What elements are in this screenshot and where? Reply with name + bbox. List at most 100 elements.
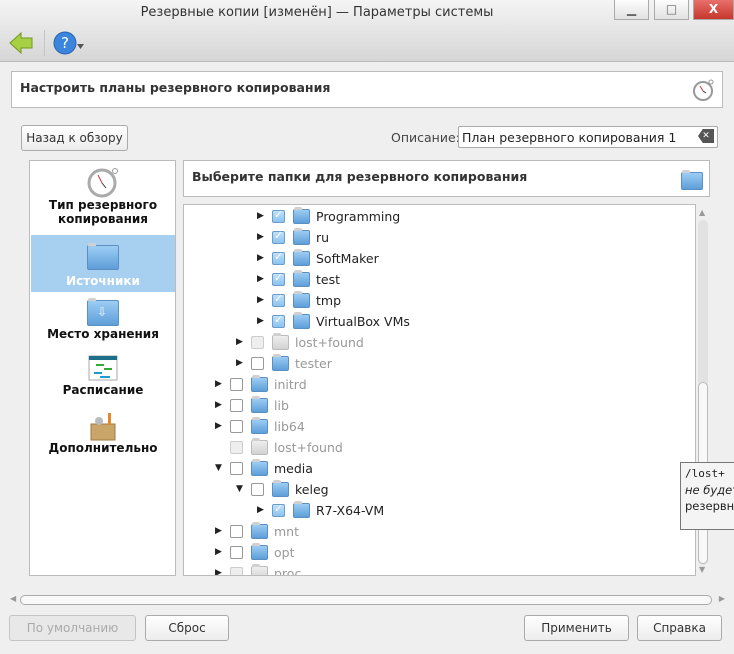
expand-right-icon[interactable]: ▶ (257, 316, 264, 326)
sources-header: Выберите папки для резервного копировани… (183, 160, 710, 197)
sidebar-item-label: Место хранения (47, 327, 159, 341)
folder-checkbox[interactable] (230, 378, 243, 391)
tree-row[interactable]: ▶ lib (184, 396, 694, 417)
folder-checkbox[interactable] (251, 483, 264, 496)
sidebar-item-label: Расписание (62, 383, 144, 397)
minimize-button[interactable]: ▁ (614, 0, 649, 20)
scroll-down-icon[interactable]: ▼ (699, 565, 705, 574)
reset-button[interactable]: Сброс (145, 615, 229, 641)
folder-checkbox[interactable] (272, 208, 285, 223)
tree-row[interactable]: lost+found (184, 438, 694, 459)
folder-tree[interactable]: ▶ Programming ▶ ru ▶ SoftMaker ▶ test ▶ tmp ▶ Virtu… (183, 204, 696, 576)
folder-icon (293, 249, 310, 266)
horizontal-scrollbar[interactable]: ◀ ▶ (10, 594, 725, 606)
tree-row[interactable]: ▼ keleg (184, 480, 694, 501)
description-value: План резервного копирования 1 (462, 130, 677, 145)
scroll-right-icon[interactable]: ▶ (719, 594, 725, 603)
svg-text:?: ? (61, 34, 69, 52)
folder-label: proc (274, 566, 302, 576)
folder-icon (251, 375, 268, 392)
folder-icon (681, 170, 703, 190)
back-to-overview-button[interactable]: Назад к обзору (21, 125, 128, 151)
expand-down-icon[interactable]: ▼ (236, 484, 243, 494)
back-arrow-icon[interactable] (9, 31, 33, 55)
tree-row[interactable]: ▶ proc (184, 564, 694, 576)
toolbar-separator (44, 30, 45, 56)
folder-checkbox[interactable] (230, 462, 243, 475)
tree-row[interactable]: ▶ R7-X64-VM (184, 501, 694, 522)
tree-row[interactable]: ▶ VirtualBox VMs (184, 312, 694, 333)
folder-icon (293, 270, 310, 287)
folder-checkbox[interactable] (230, 420, 243, 433)
expand-right-icon[interactable]: ▶ (215, 568, 222, 575)
expand-right-icon[interactable]: ▶ (215, 400, 222, 410)
sidebar-item-advanced[interactable]: Дополнительно (31, 411, 175, 463)
tree-row[interactable]: ▶ tmp (184, 291, 694, 312)
folder-icon (251, 543, 268, 560)
folder-checkbox[interactable] (230, 399, 243, 412)
help-icon[interactable]: ? (53, 31, 87, 55)
folder-checkbox[interactable] (272, 313, 285, 328)
tree-row[interactable]: ▶ ru (184, 228, 694, 249)
sidebar-item-label: Дополнительно (48, 441, 158, 455)
help-button[interactable]: Справка (637, 615, 722, 641)
expand-right-icon[interactable]: ▶ (215, 547, 222, 557)
defaults-button[interactable]: По умолчанию (9, 615, 136, 641)
tree-row[interactable]: ▶ mnt (184, 522, 694, 543)
folder-label: initrd (274, 377, 307, 392)
expand-right-icon[interactable]: ▶ (215, 526, 222, 536)
tooltip-line: резервн (685, 499, 734, 513)
expand-right-icon[interactable]: ▶ (257, 274, 264, 284)
tree-row[interactable]: ▶ lost+found (184, 333, 694, 354)
folder-icon (293, 207, 310, 224)
tree-row[interactable]: ▶ initrd (184, 375, 694, 396)
folder-checkbox[interactable] (230, 567, 243, 575)
expand-right-icon[interactable]: ▶ (257, 232, 264, 242)
tree-row[interactable]: ▶ opt (184, 543, 694, 564)
expand-right-icon[interactable]: ▶ (236, 337, 243, 347)
clear-icon[interactable]: ✕ (698, 129, 714, 143)
folder-label: lost+found (274, 440, 343, 455)
folder-checkbox[interactable] (230, 441, 243, 454)
folder-checkbox[interactable] (272, 502, 285, 517)
folder-checkbox[interactable] (272, 250, 285, 265)
scroll-up-icon[interactable]: ▲ (699, 208, 705, 217)
close-button[interactable]: X (693, 0, 734, 20)
folder-checkbox[interactable] (272, 271, 285, 286)
sidebar-item-sources[interactable]: Источники (31, 235, 175, 292)
tree-row[interactable]: ▶ lib64 (184, 417, 694, 438)
expand-down-icon[interactable]: ▼ (215, 463, 222, 473)
expand-right-icon[interactable]: ▶ (215, 421, 222, 431)
expand-right-icon[interactable]: ▶ (236, 358, 243, 368)
folder-checkbox[interactable] (272, 229, 285, 244)
expand-right-icon[interactable]: ▶ (257, 253, 264, 263)
folder-checkbox[interactable] (251, 336, 264, 349)
sidebar-item-schedule[interactable]: Расписание (31, 355, 175, 407)
maximize-button[interactable]: □ (654, 0, 689, 20)
tree-row[interactable]: ▶ tester (184, 354, 694, 375)
expand-right-icon[interactable]: ▶ (215, 379, 222, 389)
scroll-left-icon[interactable]: ◀ (10, 594, 16, 603)
folder-checkbox[interactable] (272, 292, 285, 307)
tree-row[interactable]: ▶ test (184, 270, 694, 291)
title-bar: Резервные копии [изменён] — Параметры си… (0, 0, 734, 62)
folder-checkbox[interactable] (251, 357, 264, 370)
expand-right-icon[interactable]: ▶ (257, 211, 264, 221)
sidebar-item-storage[interactable]: ⇩ Место хранения (31, 297, 175, 349)
tree-row[interactable]: ▼ media (184, 459, 694, 480)
tree-row[interactable]: ▶ SoftMaker (184, 249, 694, 270)
description-input[interactable]: План резервного копирования 1 ✕ (458, 126, 718, 148)
expand-right-icon[interactable]: ▶ (257, 505, 264, 515)
apply-button[interactable]: Применить (524, 615, 629, 641)
folder-icon (251, 417, 268, 434)
folder-label: Programming (316, 209, 401, 224)
tree-row[interactable]: ▶ Programming (184, 207, 694, 228)
folder-checkbox[interactable] (230, 546, 243, 559)
tooltip-line: не будет (685, 483, 734, 497)
folder-label: lost+found (295, 335, 364, 350)
scroll-thumb[interactable] (20, 595, 712, 605)
folder-checkbox[interactable] (230, 525, 243, 538)
folder-label: opt (274, 545, 295, 560)
sidebar-item-backup-type[interactable]: Тип резервного копирования (31, 166, 175, 234)
expand-right-icon[interactable]: ▶ (257, 295, 264, 305)
